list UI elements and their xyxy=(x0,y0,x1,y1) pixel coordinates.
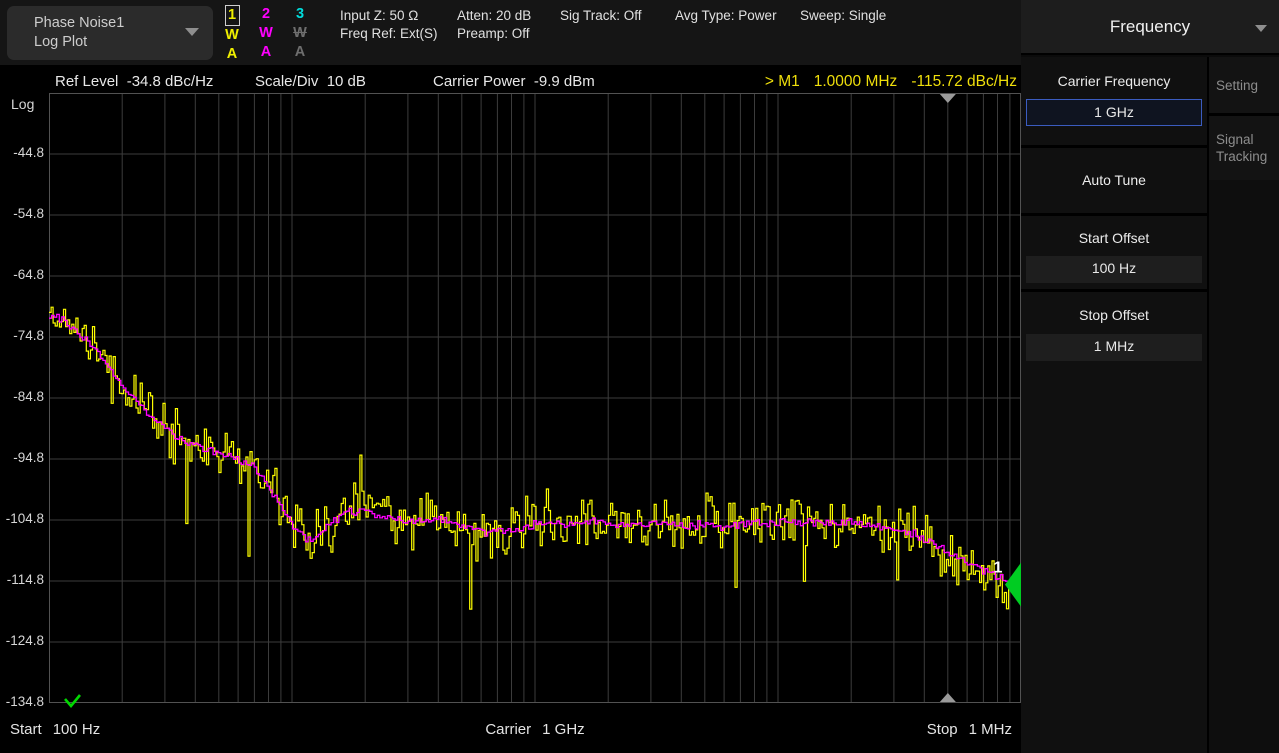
tab-setting[interactable]: Setting xyxy=(1209,57,1279,113)
trace-2-average: A xyxy=(260,44,272,60)
y-axis-tick-label: -44.8 xyxy=(13,145,44,160)
trace-1-detector: W xyxy=(225,27,239,43)
trace-1-number: 1 xyxy=(224,5,240,26)
ref-level-readout: Ref Level -34.8 dBc/Hz xyxy=(55,73,214,90)
marker-m1-value: -115.72 dBc/Hz xyxy=(911,73,1017,90)
menu-column: Carrier Frequency 1 GHz Auto Tune Start … xyxy=(1021,57,1207,753)
trace-1-average: A xyxy=(226,46,238,62)
start-offset-value-field[interactable]: 100 Hz xyxy=(1026,256,1202,283)
setting-sig-track[interactable]: Sig Track: Off xyxy=(560,7,642,25)
bottom-edge-tick-icon xyxy=(939,693,956,702)
setting-sweep[interactable]: Sweep: Single xyxy=(800,7,886,25)
trace-3-indicator[interactable]: 3 W A xyxy=(289,5,311,62)
carrier-power-readout: Carrier Power -9.9 dBm xyxy=(433,73,595,90)
y-axis-tick-label: -94.8 xyxy=(13,450,44,465)
menu-empty-area xyxy=(1021,367,1207,753)
measurement-selector-dropdown[interactable]: Phase Noise1 Log Plot xyxy=(7,6,213,60)
grid-lines xyxy=(49,93,1021,703)
x-axis-stop-label: Stop 1 MHz xyxy=(926,721,1012,738)
scale-div-readout: Scale/Div 10 dB xyxy=(255,73,366,90)
trace-2-indicator[interactable]: 2 W A xyxy=(255,5,277,62)
y-axis-tick-label: -134.8 xyxy=(5,694,44,709)
trace-3-detector: W xyxy=(293,25,307,41)
chevron-down-icon xyxy=(1255,25,1267,32)
carrier-frequency-value-field[interactable]: 1 GHz xyxy=(1026,99,1202,126)
y-axis-tick-label: -124.8 xyxy=(5,633,44,648)
top-edge-tick-icon xyxy=(939,94,956,103)
y-axis-scale-type-label: Log xyxy=(11,96,35,112)
y-axis-tick-label: -64.8 xyxy=(13,267,44,282)
y-axis-tick-label: -74.8 xyxy=(13,328,44,343)
marker-m1-freq: 1.0000 MHz xyxy=(813,73,898,90)
top-status-bar: Phase Noise1 Log Plot 1 W A 2 W A 3 W A … xyxy=(0,0,1021,65)
x-axis-carrier-label: Carrier 1 GHz xyxy=(485,721,585,738)
trace-2-detector: W xyxy=(259,25,273,41)
trace-3-number: 3 xyxy=(295,6,305,22)
sweep-complete-check-icon xyxy=(64,694,82,709)
setting-avg-type[interactable]: Avg Type: Power xyxy=(675,7,777,25)
menu-key-stop-offset[interactable]: Stop Offset 1 MHz xyxy=(1021,292,1207,367)
chevron-down-icon xyxy=(185,28,199,36)
menu-key-start-offset[interactable]: Start Offset 100 Hz xyxy=(1021,216,1207,289)
y-axis-tick-label: -54.8 xyxy=(13,206,44,221)
y-axis-tick-label: -104.8 xyxy=(5,511,44,526)
menu-key-auto-tune[interactable]: Auto Tune xyxy=(1021,148,1207,213)
trace-3-average: A xyxy=(294,44,306,60)
frequency-menu-panel: Frequency Carrier Frequency 1 GHz Auto T… xyxy=(1021,0,1279,753)
tab-signal-tracking[interactable]: Signal Tracking xyxy=(1209,116,1279,180)
y-axis-tick-label: -84.8 xyxy=(13,389,44,404)
phase-noise-plot: Ref Level -34.8 dBc/Hz Scale/Div 10 dB C… xyxy=(0,65,1021,753)
marker-m1-id: > M1 xyxy=(764,73,800,90)
trace-2-number: 2 xyxy=(261,6,271,22)
panel-title: Frequency xyxy=(1109,17,1191,36)
marker-m1-flag-label: 1 xyxy=(994,560,1003,577)
analyzer-screen: Phase Noise1 Log Plot 1 W A 2 W A 3 W A … xyxy=(0,0,1279,753)
marker-m1-readout: > M1 1.0000 MHz -115.72 dBc/Hz xyxy=(765,73,1017,91)
y-axis-tick-label: -114.8 xyxy=(6,572,44,587)
setting-atten[interactable]: Atten: 20 dB Preamp: Off xyxy=(457,7,531,43)
tab-empty-area xyxy=(1209,180,1279,753)
trace-1-indicator[interactable]: 1 W A xyxy=(221,5,243,64)
tab-column: Setting Signal Tracking xyxy=(1209,57,1279,753)
marker-m1-wedge-icon xyxy=(1005,562,1021,607)
panel-title-dropdown[interactable]: Frequency xyxy=(1021,0,1279,55)
menu-key-carrier-frequency[interactable]: Carrier Frequency 1 GHz xyxy=(1021,57,1207,145)
setting-input-z[interactable]: Input Z: 50 Ω Freq Ref: Ext(S) xyxy=(340,7,438,43)
panel-body: Carrier Frequency 1 GHz Auto Tune Start … xyxy=(1021,57,1279,753)
stop-offset-value-field[interactable]: 1 MHz xyxy=(1026,334,1202,361)
graticule-and-traces: 1 xyxy=(49,93,1021,703)
x-axis-start-label: Start 100 Hz xyxy=(10,721,101,738)
